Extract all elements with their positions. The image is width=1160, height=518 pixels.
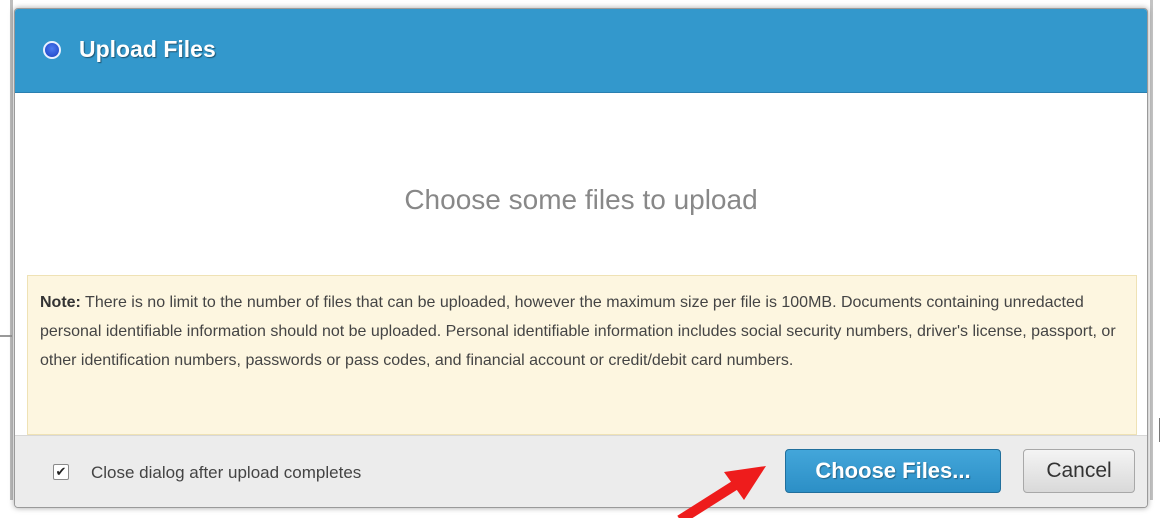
background-tick-right — [1153, 418, 1160, 442]
cancel-button[interactable]: Cancel — [1023, 449, 1135, 493]
checkmark-icon: ✔ — [55, 464, 67, 479]
background-edge-left — [10, 0, 13, 500]
blue-circle-icon — [43, 41, 61, 59]
note-label: Note: — [40, 294, 81, 311]
upload-drop-area[interactable]: Choose some files to upload — [15, 93, 1147, 275]
background-tick-left — [0, 335, 12, 337]
choose-files-button[interactable]: Choose Files... — [785, 449, 1001, 493]
empty-message: Choose some files to upload — [404, 184, 758, 215]
upload-note: Note: There is no limit to the number of… — [27, 275, 1137, 435]
note-text: There is no limit to the number of files… — [40, 294, 1116, 369]
red-arrow-icon — [677, 466, 766, 518]
dialog-titlebar[interactable]: Upload Files — [15, 9, 1147, 93]
close-after-upload-checkbox[interactable]: ✔ — [53, 464, 69, 480]
dialog-footer: ✔ Close dialog after upload completes Ch… — [15, 435, 1147, 507]
dialog-title: Upload Files — [79, 36, 216, 62]
upload-files-dialog: Upload Files Choose some files to upload… — [14, 8, 1148, 508]
page: Upload Files Choose some files to upload… — [0, 0, 1160, 518]
close-after-upload-label[interactable]: Close dialog after upload completes — [91, 462, 361, 484]
